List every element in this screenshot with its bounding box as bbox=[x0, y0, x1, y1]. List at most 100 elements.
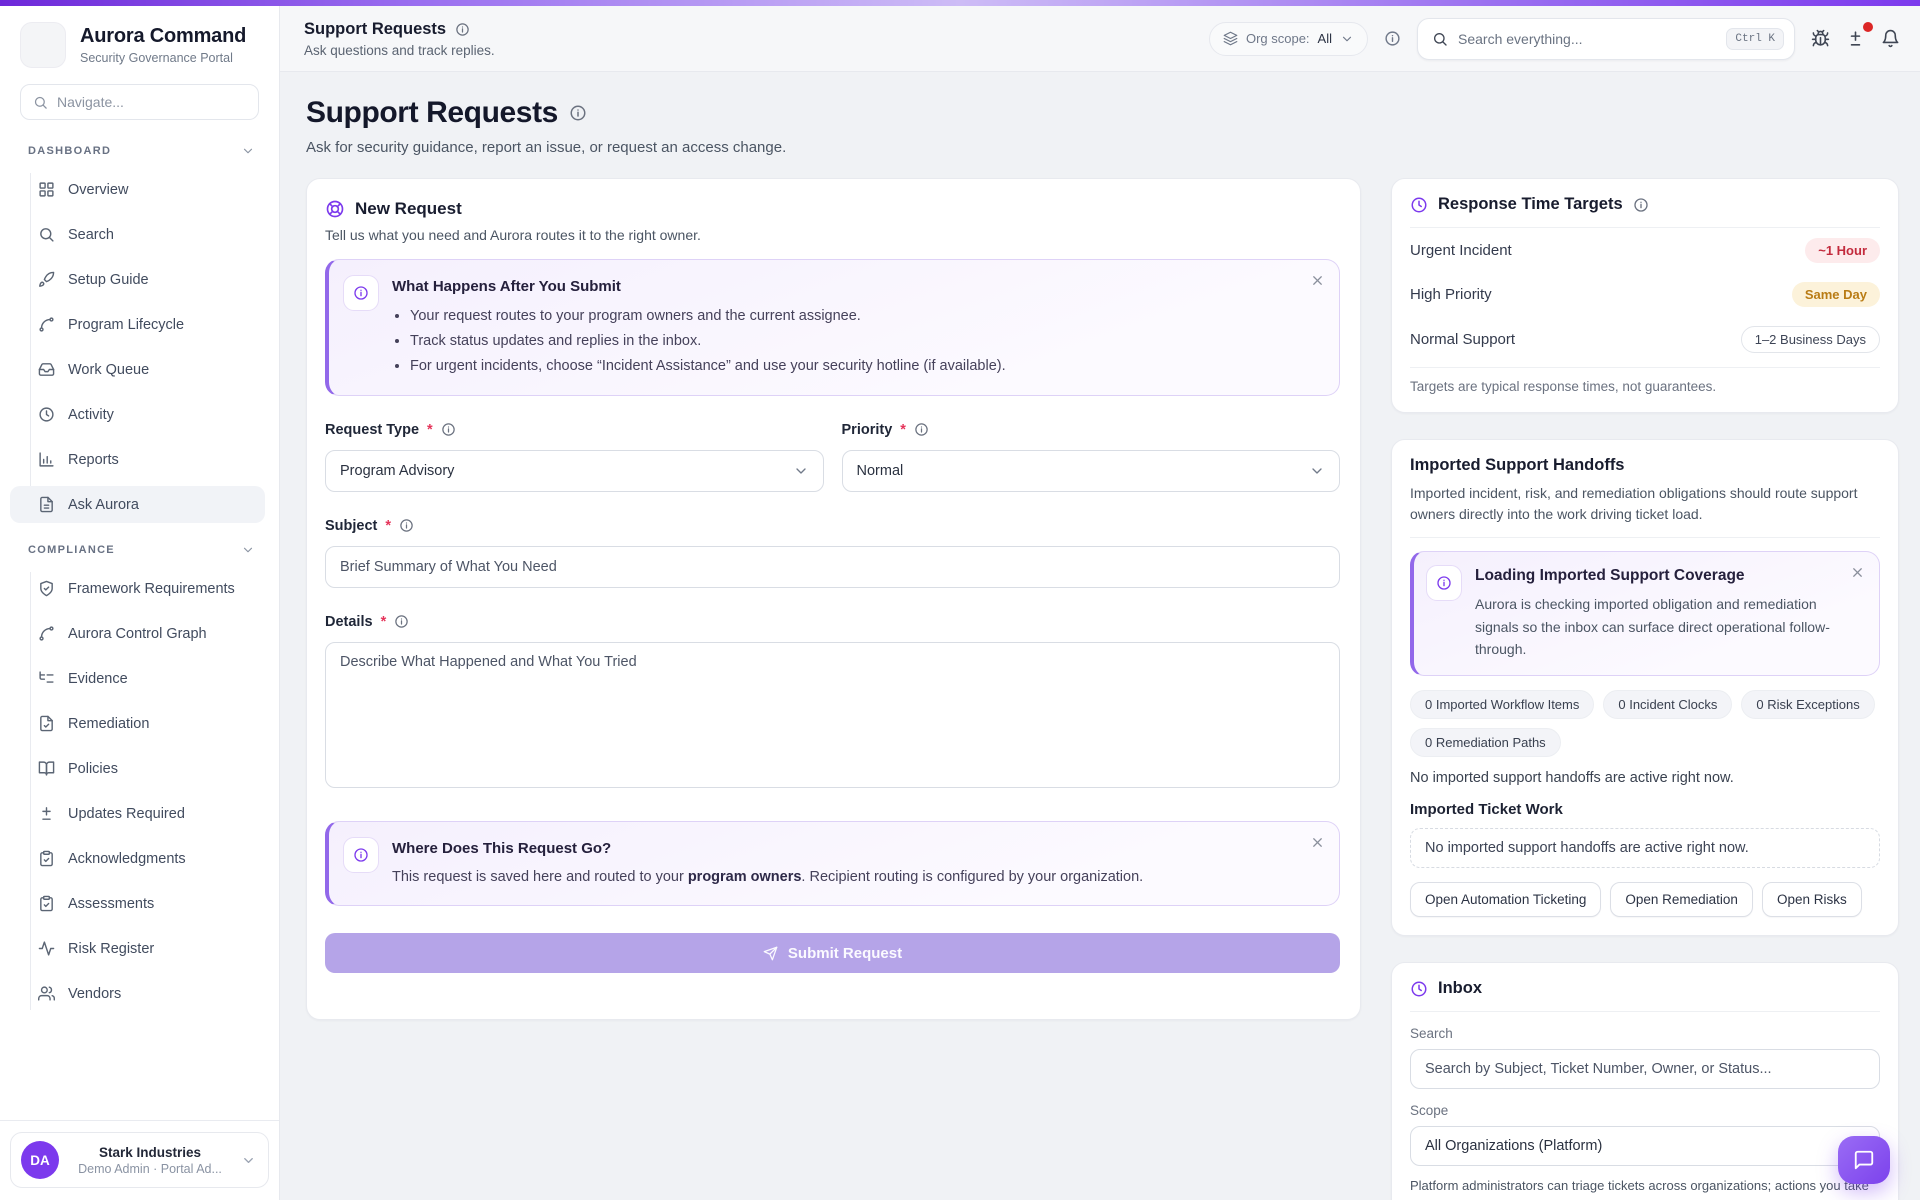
file-text-icon bbox=[38, 496, 55, 513]
sidebar-item-ask-aurora[interactable]: Ask Aurora bbox=[10, 486, 265, 523]
diff-icon bbox=[1846, 29, 1865, 48]
handoffs-empty-text: No imported support handoffs are active … bbox=[1410, 770, 1880, 786]
info-icon bbox=[343, 275, 379, 311]
info-icon[interactable] bbox=[569, 104, 587, 122]
open-remediation-button[interactable]: Open Remediation bbox=[1610, 882, 1753, 917]
sidebar-item-risk-register[interactable]: Risk Register bbox=[10, 930, 265, 967]
info-icon[interactable] bbox=[914, 422, 929, 437]
target-label: Urgent Incident bbox=[1410, 242, 1512, 259]
notification-dot bbox=[1863, 22, 1873, 32]
callout-bullet: For urgent incidents, choose “Incident A… bbox=[410, 354, 1006, 379]
routing-callout: Where Does This Request Go? This request… bbox=[325, 821, 1340, 906]
required-star: * bbox=[900, 422, 906, 438]
info-icon[interactable] bbox=[1384, 30, 1401, 47]
bar-chart-icon bbox=[38, 451, 55, 468]
info-icon[interactable] bbox=[441, 422, 456, 437]
sidebar-item-policies[interactable]: Policies bbox=[10, 750, 265, 787]
sidebar-item-acknowledgments[interactable]: Acknowledgments bbox=[10, 840, 265, 877]
sidebar-item-evidence[interactable]: Evidence bbox=[10, 660, 265, 697]
header-subtitle: Ask questions and track replies. bbox=[304, 43, 495, 58]
org-scope-selector[interactable]: Org scope: All bbox=[1209, 22, 1368, 56]
count-pill: 0 Imported Workflow Items bbox=[1410, 690, 1594, 719]
sidebar-item-activity[interactable]: Activity bbox=[10, 396, 265, 433]
nav-label: Framework Requirements bbox=[68, 581, 235, 597]
clock-icon bbox=[1410, 980, 1428, 998]
chevron-down-icon bbox=[1340, 32, 1354, 46]
sidebar-item-framework-requirements[interactable]: Framework Requirements bbox=[10, 570, 265, 607]
card-title: Response Time Targets bbox=[1438, 195, 1623, 214]
targets-footnote: Targets are typical response times, not … bbox=[1410, 367, 1880, 394]
sidebar-item-remediation[interactable]: Remediation bbox=[10, 705, 265, 742]
card-subtitle: Tell us what you need and Aurora routes … bbox=[325, 227, 1340, 243]
priority-select[interactable]: Normal bbox=[842, 450, 1341, 492]
bug-report-button[interactable] bbox=[1811, 29, 1830, 48]
inbox-search-input[interactable] bbox=[1410, 1049, 1880, 1089]
sidebar-item-updates-required[interactable]: Updates Required bbox=[10, 795, 265, 832]
section-header-dashboard[interactable]: DASHBOARD bbox=[0, 144, 279, 158]
nav-label: Work Queue bbox=[68, 362, 149, 378]
callout-bullet: Track status updates and replies in the … bbox=[410, 329, 1006, 354]
chevron-down-icon bbox=[1309, 463, 1325, 479]
info-icon[interactable] bbox=[455, 22, 470, 37]
sidebar-item-program-lifecycle[interactable]: Program Lifecycle bbox=[10, 306, 265, 343]
info-icon[interactable] bbox=[394, 614, 409, 629]
info-icon[interactable] bbox=[1633, 197, 1649, 213]
subject-input[interactable] bbox=[325, 546, 1340, 588]
nav-label: Program Lifecycle bbox=[68, 317, 184, 333]
sidebar-footer: DA Stark Industries Demo Admin · Portal … bbox=[0, 1120, 279, 1200]
count-pill: 0 Remediation Paths bbox=[1410, 728, 1561, 757]
navigate-input[interactable] bbox=[57, 94, 246, 110]
submit-request-button[interactable]: Submit Request bbox=[325, 933, 1340, 973]
open-risks-button[interactable]: Open Risks bbox=[1762, 882, 1862, 917]
inbox-icon bbox=[38, 361, 55, 378]
sidebar-item-aurora-control-graph[interactable]: Aurora Control Graph bbox=[10, 615, 265, 652]
chevron-down-icon[interactable] bbox=[241, 543, 255, 557]
after-submit-callout: What Happens After You Submit Your reque… bbox=[325, 259, 1340, 396]
updates-button[interactable] bbox=[1846, 29, 1865, 48]
close-icon[interactable] bbox=[1850, 565, 1865, 580]
notifications-button[interactable] bbox=[1881, 29, 1900, 48]
nav-label: Aurora Control Graph bbox=[68, 626, 207, 642]
inbox-scope-select[interactable]: All Organizations (Platform) bbox=[1410, 1126, 1880, 1166]
open-automation-ticketing-button[interactable]: Open Automation Ticketing bbox=[1410, 882, 1601, 917]
target-row: Normal Support 1–2 Business Days bbox=[1410, 316, 1880, 362]
target-label: Normal Support bbox=[1410, 331, 1515, 348]
brand: Aurora Command Security Governance Porta… bbox=[0, 6, 279, 82]
card-title: Inbox bbox=[1438, 979, 1482, 998]
file-check-icon bbox=[38, 715, 55, 732]
chat-widget-button[interactable] bbox=[1838, 1136, 1890, 1184]
request-type-select[interactable]: Program Advisory bbox=[325, 450, 824, 492]
sidebar-item-assessments[interactable]: Assessments bbox=[10, 885, 265, 922]
card-title: Imported Support Handoffs bbox=[1410, 456, 1880, 475]
new-request-card: New Request Tell us what you need and Au… bbox=[306, 178, 1361, 1020]
section-label: COMPLIANCE bbox=[28, 544, 115, 556]
close-icon[interactable] bbox=[1310, 273, 1325, 288]
sidebar-item-work-queue[interactable]: Work Queue bbox=[10, 351, 265, 388]
sidebar-item-setup-guide[interactable]: Setup Guide bbox=[10, 261, 265, 298]
info-icon bbox=[1426, 565, 1462, 601]
search-icon bbox=[38, 226, 55, 243]
search-icon bbox=[33, 95, 48, 110]
sidebar-item-search[interactable]: Search bbox=[10, 216, 265, 253]
sidebar-navigate-search[interactable] bbox=[20, 84, 259, 120]
org-switcher[interactable]: DA Stark Industries Demo Admin · Portal … bbox=[10, 1132, 269, 1188]
nav-label: Updates Required bbox=[68, 806, 185, 822]
section-header-compliance[interactable]: COMPLIANCE bbox=[0, 543, 279, 557]
details-textarea[interactable] bbox=[325, 642, 1340, 788]
top-header: Support Requests Ask questions and track… bbox=[280, 6, 1920, 72]
priority-value: Normal bbox=[857, 463, 904, 479]
status-badge: Same Day bbox=[1792, 282, 1880, 307]
global-search-input[interactable] bbox=[1458, 31, 1716, 47]
global-search[interactable]: Ctrl K bbox=[1417, 18, 1795, 60]
header-title: Support Requests bbox=[304, 20, 446, 39]
close-icon[interactable] bbox=[1310, 835, 1325, 850]
chat-bubble-icon bbox=[1853, 1149, 1875, 1171]
request-type-label: Request Type bbox=[325, 422, 419, 438]
info-icon[interactable] bbox=[399, 518, 414, 533]
sidebar-item-reports[interactable]: Reports bbox=[10, 441, 265, 478]
sidebar-item-overview[interactable]: Overview bbox=[10, 171, 265, 208]
chevron-down-icon[interactable] bbox=[241, 144, 255, 158]
bell-icon bbox=[1881, 29, 1900, 48]
nav-label: Ask Aurora bbox=[68, 497, 139, 513]
sidebar-item-vendors[interactable]: Vendors bbox=[10, 975, 265, 1012]
